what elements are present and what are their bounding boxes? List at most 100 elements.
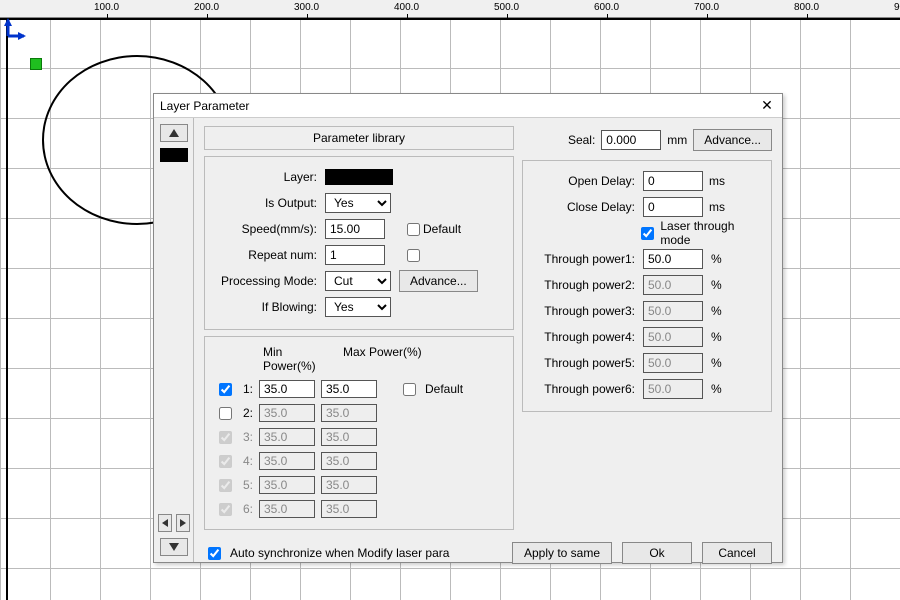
max-power-header: Max Power(%) <box>343 345 422 373</box>
seal-input[interactable] <box>601 130 661 150</box>
layer-swatch-black[interactable] <box>160 148 188 162</box>
is-output-label: Is Output: <box>215 196 325 210</box>
axis-x <box>0 18 900 20</box>
blowing-select[interactable]: Yes <box>325 297 391 317</box>
mode-select[interactable]: Cut <box>325 271 391 291</box>
power-row: 1: Default <box>215 377 503 401</box>
axis-y <box>6 18 8 600</box>
power-row: 4: <box>215 449 503 473</box>
parameter-library-label: Parameter library <box>313 131 405 145</box>
ruler-tick: 900.0 <box>894 2 900 13</box>
through-power-row: Through power6:% <box>533 377 761 401</box>
ruler-tick: 700.0 <box>694 2 719 13</box>
power-row-num: 4: <box>237 454 253 468</box>
origin-icon <box>4 18 26 40</box>
max-power-input <box>321 452 377 470</box>
seal-unit: mm <box>667 133 687 147</box>
canvas-object-handle[interactable] <box>30 58 42 70</box>
ruler-tick: 400.0 <box>394 2 419 13</box>
dialog-title: Layer Parameter <box>160 99 249 113</box>
through-power-unit: % <box>711 252 722 266</box>
close-icon[interactable]: ✕ <box>758 97 776 115</box>
through-power-label: Through power2: <box>533 278 643 292</box>
speed-input[interactable] <box>325 219 385 239</box>
through-power-input <box>643 353 703 373</box>
power-enable-checkbox[interactable] <box>219 431 232 444</box>
through-power-unit: % <box>711 330 722 344</box>
power-default-checkbox[interactable] <box>403 383 416 396</box>
power-default-label: Default <box>425 382 463 396</box>
mode-advance-button[interactable]: Advance... <box>399 270 478 292</box>
is-output-select[interactable]: Yes <box>325 193 391 213</box>
seal-label: Seal: <box>568 133 595 147</box>
power-row: 5: <box>215 473 503 497</box>
through-power-unit: % <box>711 304 722 318</box>
max-power-input[interactable] <box>321 380 377 398</box>
close-delay-unit: ms <box>709 200 725 214</box>
speed-default-label: Default <box>423 222 461 236</box>
repeat-input[interactable] <box>325 245 385 265</box>
canvas-background: 100.0 200.0 300.0 400.0 500.0 600.0 700.… <box>0 0 900 600</box>
through-power-unit: % <box>711 382 722 396</box>
power-enable-checkbox[interactable] <box>219 383 232 396</box>
repeat-label: Repeat num: <box>215 248 325 262</box>
max-power-input <box>321 428 377 446</box>
power-row-num: 6: <box>237 502 253 516</box>
auto-sync-checkbox[interactable] <box>208 547 221 560</box>
min-power-input <box>259 452 315 470</box>
close-delay-label: Close Delay: <box>533 200 643 214</box>
scroll-right-button[interactable] <box>176 514 190 532</box>
ruler-tick: 100.0 <box>94 2 119 13</box>
open-delay-label: Open Delay: <box>533 174 643 188</box>
max-power-input <box>321 404 377 422</box>
ok-button[interactable]: Ok <box>622 542 692 564</box>
through-power-input[interactable] <box>643 249 703 269</box>
speed-default-checkbox[interactable] <box>407 223 420 236</box>
delay-panel: Open Delay: ms Close Delay: ms <box>522 160 772 412</box>
power-row: 2: <box>215 401 503 425</box>
chevron-right-icon <box>180 519 186 527</box>
through-power-label: Through power6: <box>533 382 643 396</box>
laser-through-label: Laser through mode <box>660 219 761 247</box>
layer-parameter-dialog: Layer Parameter ✕ <box>153 93 783 563</box>
through-power-row: Through power3:% <box>533 299 761 323</box>
ruler-tick: 600.0 <box>594 2 619 13</box>
close-delay-input[interactable] <box>643 197 703 217</box>
cancel-button[interactable]: Cancel <box>702 542 772 564</box>
ruler-tick: 800.0 <box>794 2 819 13</box>
power-row-num: 2: <box>237 406 253 420</box>
max-power-input <box>321 500 377 518</box>
layer-list-pane <box>154 118 194 562</box>
blowing-label: If Blowing: <box>215 300 325 314</box>
ruler-horizontal: 100.0 200.0 300.0 400.0 500.0 600.0 700.… <box>0 0 900 18</box>
through-power-row: Through power5:% <box>533 351 761 375</box>
min-power-header: Min Power(%) <box>263 345 335 373</box>
ruler-tick: 300.0 <box>294 2 319 13</box>
layer-color-swatch[interactable] <box>325 169 393 185</box>
min-power-input <box>259 404 315 422</box>
power-row-num: 1: <box>237 382 253 396</box>
dialog-titlebar[interactable]: Layer Parameter ✕ <box>154 94 782 118</box>
repeat-checkbox[interactable] <box>407 249 420 262</box>
scroll-down-button[interactable] <box>160 538 188 556</box>
min-power-input <box>259 500 315 518</box>
chevron-down-icon <box>169 543 179 551</box>
scroll-up-button[interactable] <box>160 124 188 142</box>
laser-through-checkbox[interactable] <box>641 227 654 240</box>
power-enable-checkbox[interactable] <box>219 503 232 516</box>
open-delay-input[interactable] <box>643 171 703 191</box>
power-row: 3: <box>215 425 503 449</box>
through-power-label: Through power3: <box>533 304 643 318</box>
chevron-up-icon <box>169 129 179 137</box>
through-power-unit: % <box>711 356 722 370</box>
power-enable-checkbox[interactable] <box>219 479 232 492</box>
ruler-tick: 500.0 <box>494 2 519 13</box>
through-power-unit: % <box>711 278 722 292</box>
power-enable-checkbox[interactable] <box>219 407 232 420</box>
min-power-input[interactable] <box>259 380 315 398</box>
seal-advance-button[interactable]: Advance... <box>693 129 772 151</box>
apply-to-same-button[interactable]: Apply to same <box>512 542 612 564</box>
scroll-left-button[interactable] <box>158 514 172 532</box>
power-enable-checkbox[interactable] <box>219 455 232 468</box>
parameter-library-button[interactable]: Parameter library <box>204 126 514 150</box>
